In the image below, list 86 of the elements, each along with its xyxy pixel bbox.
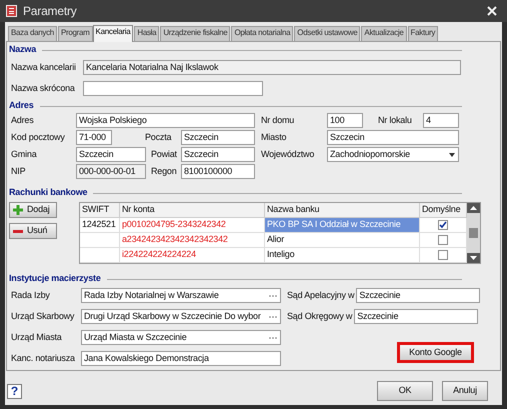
google-account-button[interactable]: Konto Google [397,342,474,363]
checkbox[interactable] [438,220,448,230]
input-field[interactable]: Wojska Polskiego [76,113,255,128]
table-cell: Inteligo [265,248,420,263]
field-label: Nr domu [261,114,296,127]
button[interactable]: Usuń [9,223,57,239]
table-cell: PKO BP SA I Oddział w Szczecinie [265,218,420,233]
input-field[interactable]: 8100100000 [181,164,255,179]
dropdown[interactable]: Zachodniopomorskie [327,147,459,162]
picker-field[interactable]: Urząd Miasta w Szczecinie [81,330,281,345]
column-header[interactable]: Domyślne [420,203,467,218]
section-heading: Nazwa [9,43,36,56]
scroll-thumb[interactable] [469,228,478,238]
tab[interactable]: Faktury [408,26,438,41]
input-field[interactable]: Kancelaria Notarialna Naj Ikslawok [83,60,461,75]
tab[interactable]: Kancelaria [92,25,134,42]
input-field[interactable]: Szczecin [181,147,255,162]
field-label: Kod pocztowy [11,130,66,144]
table-cell: 1242521 [80,218,120,233]
field-label: Kanc. notariusza [11,352,76,365]
field-label: Regon [151,164,178,178]
tab[interactable]: Opłata notarialna [231,26,294,41]
input-field[interactable]: 100 [327,113,363,128]
input-field[interactable]: Szczecin [181,130,255,145]
checkbox[interactable] [438,250,448,260]
minus-icon [13,230,23,232]
tab[interactable]: Baza danych [8,26,57,41]
input-field[interactable]: Szczecin [76,147,146,162]
column-header[interactable]: SWIFT [80,203,120,218]
picker-field[interactable]: Rada Izby Notarialnej w Warszawie [81,288,281,303]
tab[interactable]: Aktualizacje [361,26,407,41]
scroll-up-icon[interactable] [467,203,480,213]
field-label: Nazwa skrócona [11,82,76,95]
section-heading: Instytucje macierzyste [9,272,101,286]
input-field[interactable]: 71-000 [76,130,112,145]
table-cell: p0010204795-2343242342 [120,218,265,233]
scroll-down-icon[interactable] [467,253,480,263]
input-field[interactable]: 000-000-00-01 [76,164,146,179]
field-label: Nr lokalu [378,114,413,127]
tab[interactable]: Hasła [134,26,160,41]
window-title: Parametry [23,3,77,20]
table-cell [80,233,120,248]
checkbox[interactable] [438,235,448,245]
tab[interactable]: Odsetki ustawowe [294,26,360,41]
input-field[interactable]: 4 [423,113,459,128]
table-cell: a234242342342342342342 [120,233,265,248]
field-label: Adres [11,114,35,127]
field-label: Nazwa kancelarii [11,60,77,74]
plus-icon [13,205,23,215]
field-label: Województwo [261,148,316,161]
table-cell: Alior [265,233,420,248]
column-header[interactable]: Nazwa banku [265,203,420,218]
close-icon[interactable] [487,6,497,16]
tab[interactable]: Urządzenie fiskalne [160,26,230,41]
field-label: Powiat [151,148,178,161]
input-field[interactable] [83,81,263,96]
field-label: Urząd Miasta [11,330,63,344]
input-field[interactable]: Szczecinie [356,288,480,303]
ellipsis-icon [268,314,278,318]
field-label: Urząd Skarbowy [11,310,76,323]
button[interactable]: Anuluj [442,381,488,401]
table-cell: i224224224224224 [120,248,265,263]
picker-field[interactable]: Drugi Urząd Skarbowy w Szczecinie Do wybor [81,309,281,324]
field-label: NIP [11,164,26,178]
field-label: Sąd Okręgowy w [287,310,354,323]
section-heading: Rachunki bankowe [9,186,88,200]
button[interactable]: Dodaj [9,202,57,218]
input-field[interactable]: Jana Kowalskiego Demonstracja [81,351,281,366]
input-field[interactable]: Szczecinie [354,309,478,324]
column-header[interactable]: Nr konta [120,203,265,218]
field-label: Miasto [261,130,288,144]
notepad-icon [6,5,17,17]
field-label: Rada Izby [11,288,51,302]
help-button[interactable]: ? [7,384,22,398]
tab[interactable]: Program [58,26,93,41]
field-label: Sąd Apelacyjny w [287,288,356,302]
ellipsis-icon [268,294,278,298]
input-field[interactable]: Szczecin [327,130,459,145]
button[interactable]: OK [377,381,433,401]
table-cell [80,248,120,263]
caret-icon [448,152,456,158]
section-heading: Adres [9,99,34,112]
ellipsis-icon [268,336,278,340]
field-label: Gmina [11,148,38,161]
scrollbar[interactable] [467,203,480,263]
field-label: Poczta [145,130,172,144]
